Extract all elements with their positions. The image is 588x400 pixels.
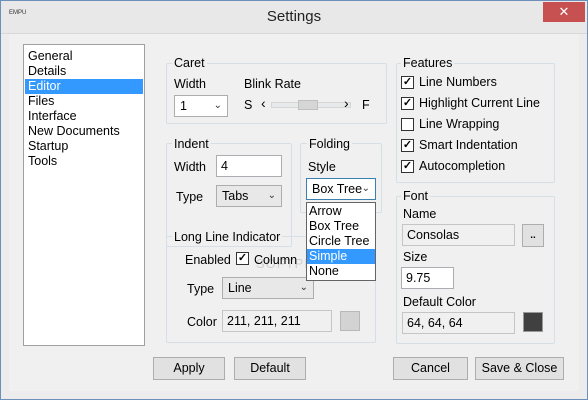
folding-style-value: Box Tree <box>312 182 363 196</box>
blink-slow-label: S <box>244 98 253 112</box>
check-icon: ✓ <box>237 252 248 264</box>
caret-width-label: Width <box>174 77 206 91</box>
folding-group-label: Folding <box>307 137 352 151</box>
default-color-value: 64, 64, 64 <box>407 316 463 330</box>
folding-style-label: Style <box>308 160 336 174</box>
sidebar-item-new-documents[interactable]: New Documents <box>25 124 143 139</box>
sidebar-item-details[interactable]: Details <box>25 64 143 79</box>
feature-checkbox-line-wrapping[interactable] <box>401 118 414 131</box>
folding-option-none[interactable]: None <box>307 264 375 279</box>
indent-group-label: Indent <box>172 137 211 151</box>
font-group-label: Font <box>401 189 431 203</box>
indent-type-select[interactable]: Tabs ⌄ <box>216 185 282 207</box>
font-name-label: Name <box>403 207 437 221</box>
feature-checkbox-smart-indentation[interactable]: ✓ <box>401 139 414 152</box>
slider-left-arrow-icon[interactable]: ‹ <box>261 96 266 110</box>
folding-option-arrow[interactable]: Arrow <box>307 204 375 219</box>
check-icon: ✓ <box>402 97 413 109</box>
long-line-color-value: 211, 211, 211 <box>227 314 301 328</box>
save-close-button[interactable]: Save & Close <box>475 357 564 380</box>
default-color-swatch[interactable] <box>523 312 543 332</box>
close-button[interactable]: ✕ <box>543 2 585 22</box>
default-color-label: Default Color <box>403 295 476 309</box>
long-line-enabled-checkbox[interactable]: ✓ <box>236 252 249 265</box>
long-line-type-value: Line <box>228 281 252 295</box>
folding-option-box-tree[interactable]: Box Tree <box>307 219 375 234</box>
caret-width-value: 1 <box>180 99 187 113</box>
font-size-label: Size <box>403 250 428 264</box>
folding-style-select[interactable]: Box Tree ⌄ <box>306 178 376 200</box>
apply-button[interactable]: Apply <box>153 357 225 380</box>
feature-checkbox-highlight-current-line[interactable]: ✓ <box>401 97 414 110</box>
settings-content: General Details Editor Files Interface New Do… <box>9 34 579 391</box>
features-group-label: Features <box>401 56 455 70</box>
default-button[interactable]: Default <box>234 357 306 380</box>
indent-type-value: Tabs <box>222 189 249 203</box>
folding-style-dropdown[interactable]: Arrow Box Tree Circle Tree Simple None <box>306 202 376 281</box>
settings-window: EMPU Settings ✕ General Details Editor File… <box>0 0 588 400</box>
blink-fast-label: F <box>362 98 370 112</box>
blink-rate-slider-thumb[interactable] <box>298 100 318 110</box>
check-icon: ✓ <box>402 76 413 88</box>
sidebar-item-general[interactable]: General <box>25 49 143 64</box>
sidebar-item-tools[interactable]: Tools <box>25 154 143 169</box>
long-line-enabled-label: Enabled <box>185 253 231 267</box>
sidebar-item-interface[interactable]: Interface <box>25 109 143 124</box>
font-name-value: Consolas <box>407 228 460 242</box>
check-icon: ✓ <box>402 160 413 172</box>
indent-width-value: 4 <box>221 159 228 173</box>
sidebar-item-files[interactable]: Files <box>25 94 143 109</box>
font-browse-button[interactable]: .. <box>522 224 544 247</box>
chevron-down-icon: ⌄ <box>267 190 276 201</box>
title-bar[interactable]: EMPU Settings ✕ <box>1 1 587 34</box>
feature-checkbox-autocompletion[interactable]: ✓ <box>401 160 414 173</box>
feature-checkbox-line-numbers[interactable]: ✓ <box>401 76 414 89</box>
default-color-field: 64, 64, 64 <box>402 312 515 334</box>
long-line-color-field: 211, 211, 211 <box>222 310 332 332</box>
caret-width-select[interactable]: 1 ⌄ <box>174 95 228 117</box>
chevron-down-icon: ⌄ <box>213 100 222 111</box>
feature-label: Highlight Current Line <box>419 96 540 110</box>
chevron-down-icon: ⌄ <box>299 282 308 293</box>
long-line-column-label: Column <box>254 253 298 267</box>
sidebar-item-startup[interactable]: Startup <box>25 139 143 154</box>
caret-group-label: Caret <box>172 56 207 70</box>
feature-label: Autocompletion <box>419 159 506 173</box>
indent-width-label: Width <box>174 160 206 174</box>
folding-option-circle-tree[interactable]: Circle Tree <box>307 234 375 249</box>
folding-option-simple[interactable]: Simple <box>307 249 375 264</box>
long-line-color-swatch[interactable] <box>340 311 360 331</box>
check-icon: ✓ <box>402 139 413 151</box>
cancel-button[interactable]: Cancel <box>393 357 468 380</box>
feature-label: Line Wrapping <box>419 117 500 131</box>
long-line-color-label: Color <box>187 315 217 329</box>
long-line-group-label: Long Line Indicator <box>172 230 283 244</box>
feature-label: Line Numbers <box>419 75 497 89</box>
chevron-down-icon: ⌄ <box>361 183 370 194</box>
font-name-field: Consolas <box>402 224 515 246</box>
indent-type-label: Type <box>176 190 204 204</box>
window-title: Settings <box>266 8 322 25</box>
indent-width-input[interactable]: 4 <box>216 155 282 177</box>
feature-label: Smart Indentation <box>419 138 518 152</box>
long-line-type-label: Type <box>187 282 215 296</box>
sidebar-item-editor[interactable]: Editor <box>25 79 143 94</box>
font-size-value: 9.75 <box>406 271 431 285</box>
blink-rate-label: Blink Rate <box>244 77 301 91</box>
font-size-input[interactable]: 9.75 <box>401 267 454 289</box>
long-line-type-select[interactable]: Line ⌄ <box>222 277 314 299</box>
slider-right-arrow-icon[interactable]: › <box>344 96 349 110</box>
category-list[interactable]: General Details Editor Files Interface New Do… <box>23 44 145 346</box>
